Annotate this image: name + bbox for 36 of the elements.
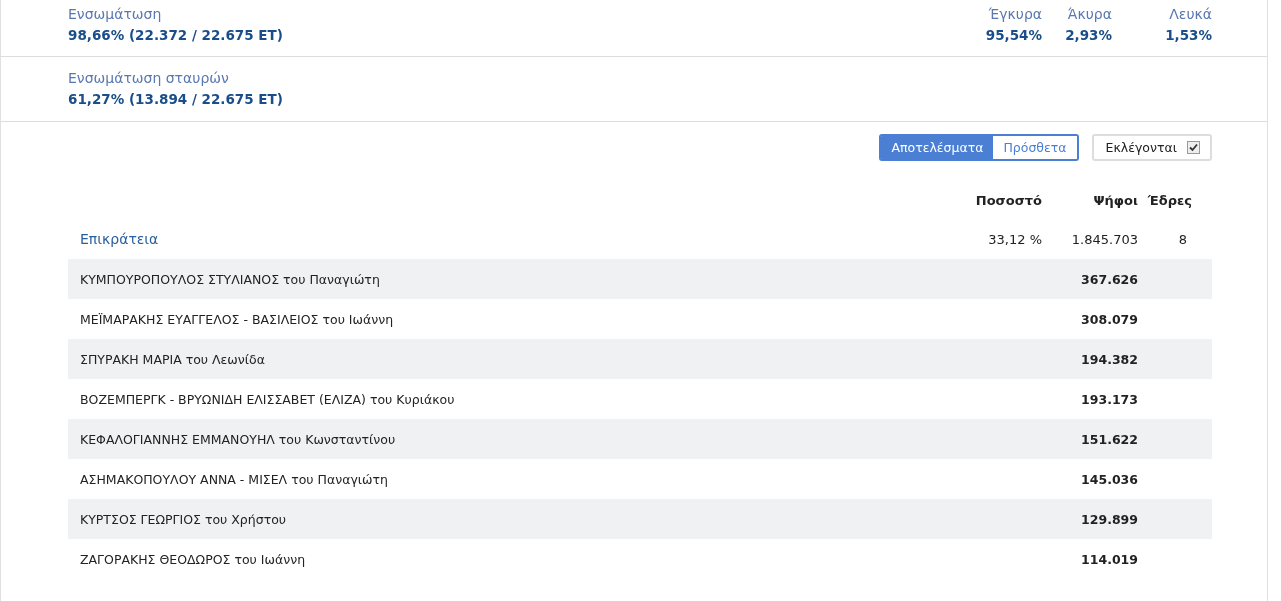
candidate-name: ΑΣΗΜΑΚΟΠΟΥΛΟΥ ΑΝΝΑ - ΜΙΣΕΛ του Παναγιώτη [80,471,388,487]
checkbox[interactable] [1187,141,1200,154]
candidate-name: ΚΥΜΠΟΥΡΟΠΟΥΛΟΣ ΣΤΥΛΙΑΝΟΣ του Παναγιώτη [80,271,380,287]
candidate-name: ΖΑΓΟΡΑΚΗΣ ΘΕΟΔΩΡΟΣ του Ιωάννη [80,551,306,567]
votes-cell: 193.173 [1081,391,1138,407]
view-tab[interactable]: Αποτελέσματα [881,136,994,159]
votes-cell: 367.626 [1081,271,1138,287]
candidate-name: ΚΕΦΑΛΟΓΙΑΝΝΗΣ ΕΜΜΑΝΟΥΗΛ του Κωνσταντίνου [80,431,396,447]
stat-value: 95,54% [984,26,1042,45]
votes-cell: 194.382 [1081,351,1138,367]
elected-filter-label: Εκλέγονται [1105,140,1177,155]
votes-cell-text: 1.845.703 [1070,231,1138,247]
candidate-name: ΒΟΖΕΜΠΕΡΓΚ - ΒΡΥΩΝΙΔΗ ΕΛΙΣΣΑΒΕΤ (ΕΛΙΖΑ) του Κυριάκου [80,391,455,407]
votes-cell: 308.079 [1081,311,1138,327]
votes-cell: 145.036 [1081,471,1138,487]
votes-cell: 114.019 [1081,551,1138,567]
cross-turnout-value: 61,27% (13.894 / 22.675 ΕΤ) [68,90,284,109]
stat-value: 1,53% [1164,26,1212,45]
percent-cell-text: 33,12 % [987,231,1042,247]
stat-label: Λευκά [1168,5,1212,23]
candidate-name: ΚΥΡΤΣΟΣ ΓΕΩΡΓΙΟΣ του Χρήστου [80,511,287,527]
candidate-name: ΣΠΥΡΑΚΗ ΜΑΡΙΑ του Λεωνίδα [80,351,265,367]
votes-cell: 129.899 [1081,511,1138,527]
cross-turnout-label: Ενσωμάτωση σταυρών [68,69,230,87]
party-link[interactable]: Επικράτεια [80,231,159,247]
column-header: Έδρες [1146,192,1193,208]
stat-value: 2,93% [1064,26,1112,45]
stat-label: Έγκυρα [987,5,1042,23]
votes-cell: 151.622 [1081,431,1138,447]
column-header: Ψήφοι [1092,192,1138,208]
turnout-label: Ενσωμάτωση [68,5,163,23]
column-header: Ποσοστό [974,192,1042,208]
candidate-name: ΜΕΪΜΑΡΑΚΗΣ ΕΥΑΓΓΕΛΟΣ - ΒΑΣΙΛΕΙΟΣ του Ιωάννη [80,311,394,327]
turnout-value: 98,66% (22.372 / 22.675 ΕΤ) [68,26,284,45]
seats-cell-text: 8 [1177,231,1188,247]
stat-label: Άκυρα [1066,5,1112,23]
